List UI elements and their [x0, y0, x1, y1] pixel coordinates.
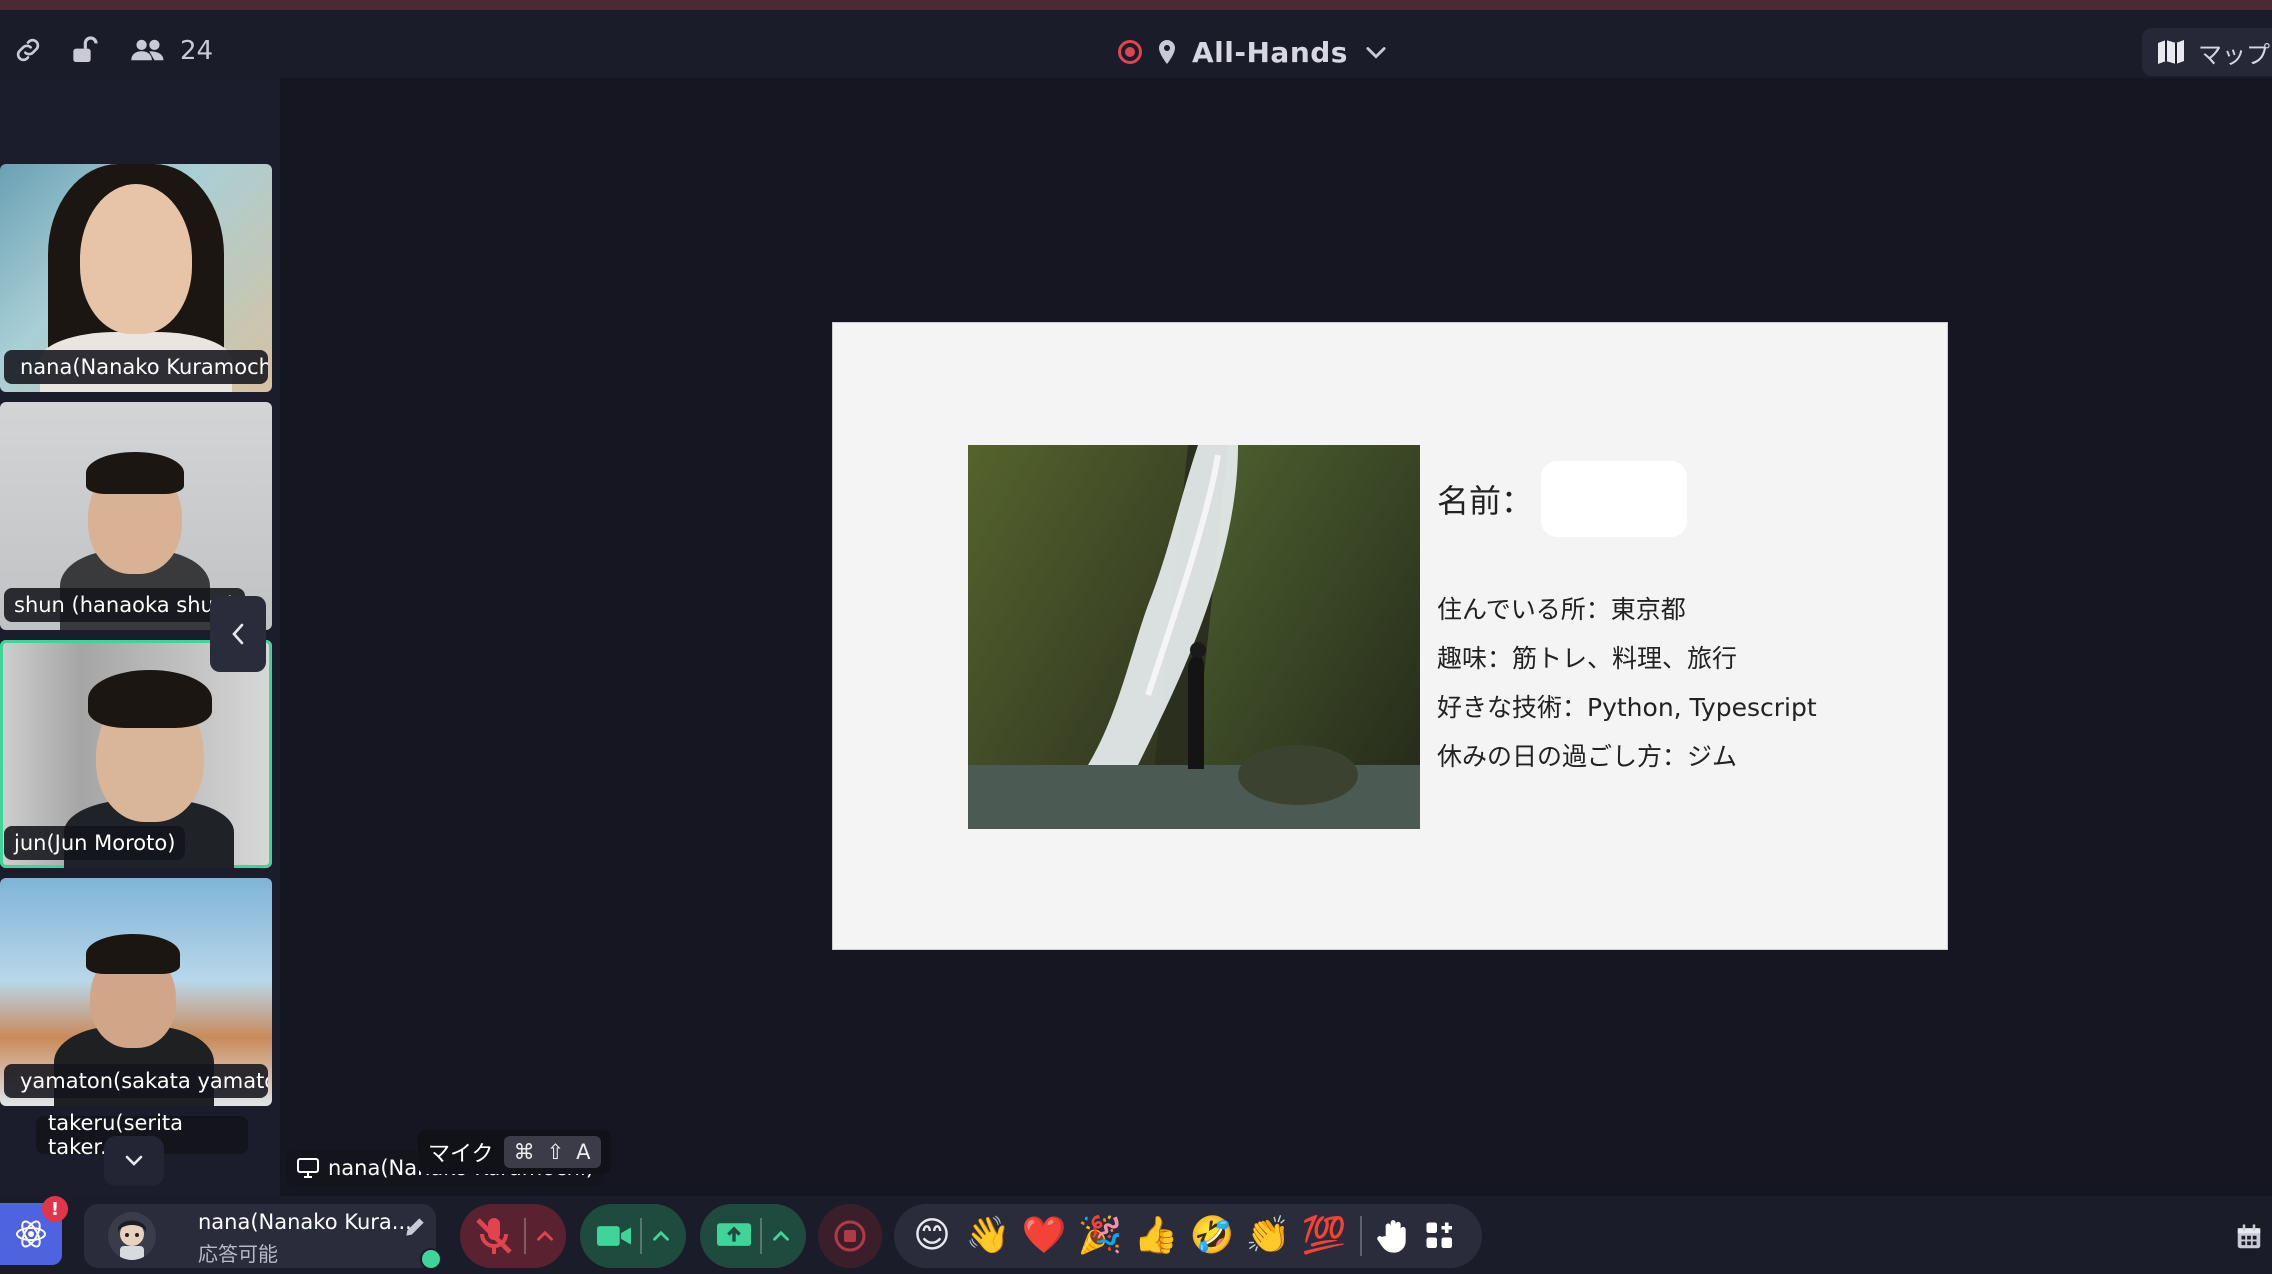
- participants-icon[interactable]: [130, 34, 166, 66]
- mic-shortcut-tooltip: マイク ⌘ ⇧ A: [418, 1130, 611, 1174]
- room-name: All-Hands: [1192, 35, 1348, 69]
- chevron-up-icon[interactable]: [648, 1223, 674, 1249]
- participant-count[interactable]: 24: [180, 36, 213, 66]
- reaction-party-icon[interactable]: 🎉: [1076, 1212, 1124, 1260]
- location-pin-icon: [1159, 40, 1175, 64]
- mic-off-icon[interactable]: [470, 1212, 518, 1260]
- expand-participants-button[interactable]: [104, 1136, 164, 1186]
- room-selector[interactable]: All-Hands: [1118, 28, 1390, 76]
- reaction-heart-icon[interactable]: ❤️: [1020, 1212, 1068, 1260]
- screen-icon: [297, 1158, 319, 1178]
- link-icon[interactable]: [12, 34, 44, 66]
- avatar[interactable]: [108, 1212, 156, 1260]
- record-button[interactable]: [818, 1204, 882, 1268]
- apps-grid-icon[interactable]: [1422, 1218, 1458, 1254]
- info-line: 趣味：筋トレ、料理、旅行: [1437, 644, 1738, 673]
- chevron-down-icon: [1366, 47, 1386, 59]
- unlock-icon[interactable]: [68, 34, 100, 66]
- record-icon: [834, 1220, 866, 1252]
- reaction-hundred-icon[interactable]: 💯: [1300, 1212, 1348, 1260]
- participant-name-tag: jun(Jun Moroto): [4, 826, 186, 860]
- name-row: 名前：: [1437, 461, 1688, 537]
- shortcut-keys: ⌘ ⇧ A: [503, 1136, 601, 1168]
- reaction-wave-icon[interactable]: 👋: [964, 1212, 1012, 1260]
- map-icon: [2158, 40, 2184, 64]
- waterfall-photo: [968, 445, 1420, 829]
- info-line: 休みの日の過ごし方：ジム: [1437, 742, 1738, 771]
- screen-share-icon[interactable]: [714, 1219, 754, 1253]
- reaction-smile-icon[interactable]: 😊: [908, 1212, 956, 1260]
- info-line: 好きな技術：Python, Typescript: [1437, 693, 1817, 722]
- reaction-clap-icon[interactable]: 👏: [1244, 1212, 1292, 1260]
- reaction-bar: 😊 👋 ❤️ 🎉 👍 🤣 👏 💯: [894, 1204, 1482, 1268]
- screen-share-control[interactable]: [700, 1204, 806, 1268]
- video-camera-icon[interactable]: [594, 1219, 634, 1253]
- participant-tile[interactable]: nana(Nanako Kuramochi): [0, 164, 272, 392]
- participant-tile[interactable]: yamaton(sakata yamato): [0, 878, 272, 1106]
- user-name: nana(Nanako Kura...: [198, 1210, 412, 1234]
- record-indicator-icon: [1118, 40, 1142, 64]
- chevron-up-icon[interactable]: [532, 1223, 558, 1249]
- name-label: 名前：: [1437, 482, 1534, 520]
- window-top-strip: [0, 0, 2272, 10]
- participant-name-tag: yamaton(sakata yamato): [4, 1064, 268, 1098]
- raise-hand-icon[interactable]: [1374, 1216, 1414, 1256]
- name-redaction-box: [1541, 461, 1688, 537]
- notification-badge: !: [42, 1196, 68, 1222]
- edit-pencil-icon[interactable]: [402, 1214, 428, 1240]
- shared-slide: 名前： 住んでいる所：東京都 趣味：筋トレ、料理、旅行 好きな技術：Python…: [832, 322, 1948, 950]
- calendar-icon[interactable]: [2234, 1222, 2264, 1252]
- online-status-dot: [420, 1248, 442, 1270]
- participant-tile-active[interactable]: jun(Jun Moroto): [0, 640, 272, 868]
- reaction-thumbs-up-icon[interactable]: 👍: [1132, 1212, 1180, 1260]
- participant-name-tag: nana(Nanako Kuramochi): [4, 350, 268, 384]
- reaction-laugh-icon[interactable]: 🤣: [1188, 1212, 1236, 1260]
- user-status-pill[interactable]: nana(Nanako Kura... 応答可能: [84, 1204, 436, 1268]
- atom-icon: [16, 1220, 46, 1248]
- user-status: 応答可能: [198, 1242, 278, 1266]
- camera-control[interactable]: [580, 1204, 686, 1268]
- map-button[interactable]: マップ: [2142, 28, 2272, 76]
- info-line: 住んでいる所：東京都: [1437, 595, 1686, 624]
- chevron-down-icon: [125, 1155, 143, 1166]
- collapse-sidebar-button[interactable]: [210, 596, 266, 672]
- microphone-control[interactable]: [460, 1204, 566, 1268]
- map-label: マップ: [2198, 40, 2270, 69]
- chevron-up-icon[interactable]: [768, 1223, 794, 1249]
- chevron-left-icon: [232, 623, 244, 645]
- top-bar: 24 All-Hands マップ: [0, 10, 2272, 78]
- profile-info: 住んでいる所：東京都 趣味：筋トレ、料理、旅行 好きな技術：Python, Ty…: [1437, 585, 1817, 781]
